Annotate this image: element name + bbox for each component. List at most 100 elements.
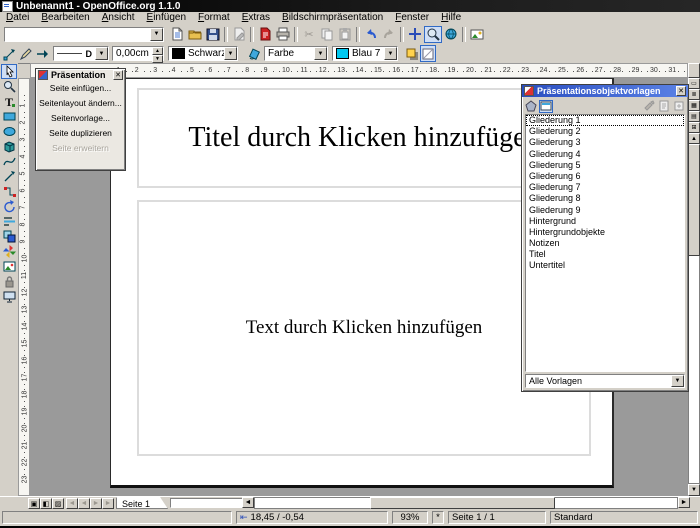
close-icon[interactable]: ✕ (113, 70, 123, 80)
style-item[interactable]: Gliederung 6 (526, 171, 684, 182)
style-item[interactable]: Gliederung 8 (526, 193, 684, 204)
line-style-select[interactable]: D ▼ (53, 46, 109, 61)
menu-hilfe[interactable]: Hilfe (435, 12, 467, 24)
arrow-ends-icon[interactable] (34, 45, 50, 62)
update-style-icon[interactable] (672, 100, 686, 113)
page-mode-button[interactable]: ▣ (28, 498, 40, 509)
edit-file-icon[interactable] (230, 26, 248, 43)
zoom-tool-icon[interactable] (1, 79, 17, 94)
undo-icon[interactable] (362, 26, 380, 43)
style-item[interactable]: Gliederung 5 (526, 160, 684, 171)
open-icon[interactable] (186, 26, 204, 43)
close-icon[interactable]: ✕ (676, 86, 686, 96)
status-style-field[interactable]: Standard (550, 511, 698, 524)
scroll-right-icon[interactable]: ► (678, 497, 690, 508)
status-position-field[interactable]: ⇤ 18,45 / -0,54 (236, 511, 388, 524)
url-value[interactable] (5, 28, 150, 41)
style-item[interactable]: Gliederung 1 (526, 115, 684, 126)
redo-icon[interactable] (380, 26, 398, 43)
ellipse-tool-icon[interactable] (1, 124, 17, 139)
master-mode-button[interactable]: ◧ (40, 498, 52, 509)
style-filter-select[interactable]: Alle Vorlagen ▼ (525, 374, 685, 388)
drawing-view-button[interactable]: ▭ (688, 78, 700, 89)
url-combobox[interactable]: ▼ (4, 27, 164, 42)
rotate-icon[interactable] (1, 199, 17, 214)
lines-arrows-icon[interactable] (1, 169, 17, 184)
fill-color-select[interactable]: Blau 7 ▼ (332, 46, 398, 61)
vertical-scrollbar[interactable]: ▭ ≣ ▦ ▤ ⊞ ▲ ▼ (688, 78, 700, 496)
style-item[interactable]: Hintergrundobjekte (526, 227, 684, 238)
paste-icon[interactable] (336, 26, 354, 43)
status-zoom-field[interactable]: 93% (392, 511, 428, 524)
zoom-icon[interactable] (424, 26, 442, 43)
style-filter-dropdown-icon[interactable]: ▼ (671, 375, 684, 387)
line-color-select[interactable]: Schwarz ▼ (168, 46, 238, 61)
menu-datei[interactable]: Datei (0, 12, 35, 24)
next-page-icon[interactable]: ► (90, 498, 102, 509)
fill-format-mode-icon[interactable] (642, 100, 656, 113)
insert-slide-item[interactable]: Seite einfügen... (36, 81, 125, 96)
menu-fenster[interactable]: Fenster (389, 12, 435, 24)
graphics-styles-icon[interactable] (524, 100, 538, 113)
presentation-styles-icon[interactable] (539, 100, 553, 113)
style-list[interactable]: Gliederung 1 Gliederung 2 Gliederung 3 G… (525, 114, 685, 372)
menu-einfuegen[interactable]: Einfügen (141, 12, 192, 24)
fill-type-dropdown-icon[interactable]: ▼ (314, 47, 327, 60)
navigator-icon[interactable] (406, 26, 424, 43)
handout-view-button[interactable]: ⊞ (688, 122, 700, 133)
copy-icon[interactable] (318, 26, 336, 43)
connector-icon[interactable] (1, 184, 17, 199)
menu-ansicht[interactable]: Ansicht (96, 12, 141, 24)
text-tool-icon[interactable]: T (1, 94, 17, 109)
previous-page-icon[interactable]: ◄ (78, 498, 90, 509)
presentation-window-titlebar[interactable]: Präsentation ✕ (36, 69, 125, 81)
horizontal-scroll-thumb[interactable] (370, 497, 555, 509)
3d-objects-icon[interactable] (1, 139, 17, 154)
new-style-icon[interactable] (657, 100, 671, 113)
cut-icon[interactable]: ✂ (300, 26, 318, 43)
line-width-spinner[interactable]: 0,00cm ▲▼ (112, 46, 164, 61)
ruler-corner-button[interactable] (688, 63, 700, 78)
modify-layout-item[interactable]: Seitenlayout ändern... (36, 96, 125, 111)
resize-corner[interactable] (691, 497, 700, 509)
status-page-field[interactable]: Seite 1 / 1 (448, 511, 546, 524)
style-item[interactable]: Gliederung 7 (526, 182, 684, 193)
slide-design-item[interactable]: Seitenvorlage... (36, 111, 125, 126)
save-icon[interactable] (204, 26, 222, 43)
slide-view-button[interactable]: ▦ (688, 100, 700, 111)
duplicate-slide-item[interactable]: Seite duplizieren (36, 126, 125, 141)
insert-icon[interactable] (1, 259, 17, 274)
scroll-up-icon[interactable]: ▲ (688, 133, 700, 144)
notes-view-button[interactable]: ▤ (688, 111, 700, 122)
style-item[interactable]: Gliederung 2 (526, 126, 684, 137)
fill-can-icon[interactable] (246, 45, 262, 62)
menu-extras[interactable]: Extras (236, 12, 276, 24)
vertical-scroll-thumb[interactable] (688, 144, 700, 256)
stylist-titlebar[interactable]: Präsentationsobjektvorlagen ✕ (522, 85, 688, 97)
scroll-down-icon[interactable]: ▼ (688, 484, 700, 496)
alignment-icon[interactable] (1, 214, 17, 229)
shadow-icon[interactable] (404, 45, 420, 62)
menu-bildschirmpraesentation[interactable]: Bildschirmpräsentation (276, 12, 389, 24)
hyperlink-icon[interactable] (442, 26, 460, 43)
export-pdf-icon[interactable] (256, 26, 274, 43)
fill-color-dropdown-icon[interactable]: ▼ (384, 47, 397, 60)
curve-tool-icon[interactable] (1, 154, 17, 169)
line-color-dropdown-icon[interactable]: ▼ (224, 47, 237, 60)
arrange-icon[interactable] (1, 229, 17, 244)
interaction-icon[interactable] (1, 274, 17, 289)
scroll-left-icon[interactable]: ◄ (242, 497, 254, 508)
style-item[interactable]: Gliederung 4 (526, 149, 684, 160)
fill-type-select[interactable]: Farbe ▼ (264, 46, 328, 61)
style-item[interactable]: Untertitel (526, 260, 684, 271)
horizontal-ruler[interactable]: 1234567891011121314151617181920212223242… (30, 63, 688, 78)
menu-format[interactable]: Format (192, 12, 236, 24)
gallery-icon[interactable] (468, 26, 486, 43)
vertical-ruler[interactable]: 1234567891011121314151617181920212223 (18, 78, 30, 496)
outline-view-button[interactable]: ≣ (688, 89, 700, 100)
rectangle-tool-icon[interactable] (1, 109, 17, 124)
style-item[interactable]: Notizen (526, 238, 684, 249)
last-page-icon[interactable]: ► (102, 498, 114, 509)
line-style-dropdown-icon[interactable]: ▼ (95, 47, 108, 60)
page-tab[interactable]: Seite 1 (116, 497, 168, 509)
